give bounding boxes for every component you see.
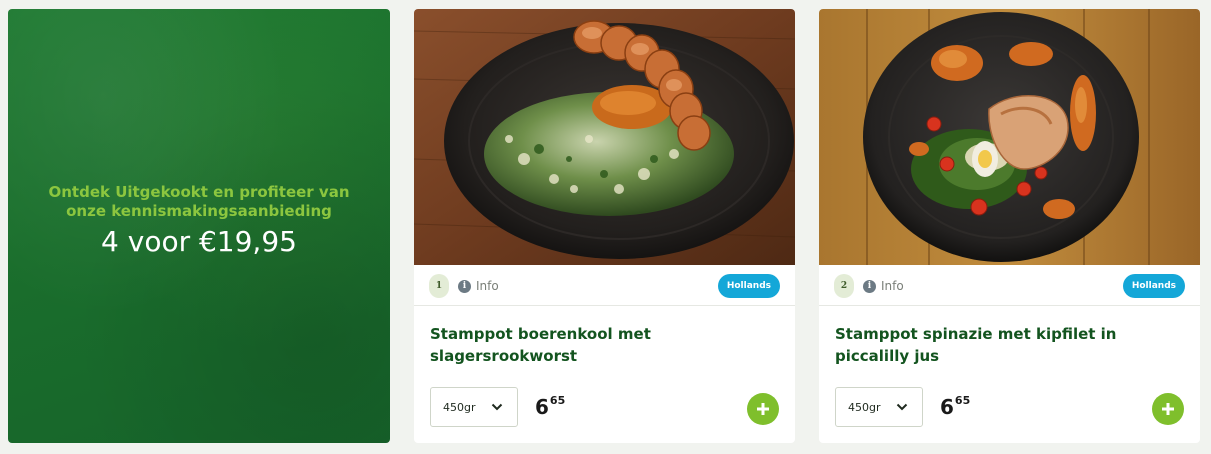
info-circle-icon: i xyxy=(458,279,471,293)
boerenkool-dish-image xyxy=(414,9,795,265)
chevron-down-icon xyxy=(896,403,908,411)
product-grid: Ontdek Uitgekookt en profiteer van onze … xyxy=(0,0,1211,454)
menu-number-badge: 1 xyxy=(429,274,449,298)
menu-number-badge: 2 xyxy=(834,274,854,298)
product-photo[interactable] xyxy=(819,9,1200,265)
weight-select[interactable]: 450gr xyxy=(430,387,518,427)
weight-select[interactable]: 450gr xyxy=(835,387,923,427)
price-decimals: 65 xyxy=(549,394,566,407)
product-title[interactable]: Stamppot spinazie met kipfilet in piccal… xyxy=(835,323,1185,367)
cuisine-badge: Hollands xyxy=(717,274,780,298)
product-card: 1 i Info Hollands Stamppot boerenkool me… xyxy=(414,9,795,443)
price-decimals: 65 xyxy=(954,394,971,407)
spinazie-dish-image xyxy=(819,9,1200,265)
price-integer: 6 xyxy=(535,395,549,419)
promo-price: 4 voor €19,95 xyxy=(101,225,297,258)
product-price: 6 65 xyxy=(535,394,566,420)
add-to-cart-button[interactable] xyxy=(1152,393,1184,425)
weight-value: 450gr xyxy=(443,400,476,414)
add-to-cart-button[interactable] xyxy=(747,393,779,425)
info-circle-icon: i xyxy=(863,279,876,293)
info-link[interactable]: i Info xyxy=(863,278,904,294)
chevron-down-icon xyxy=(491,403,503,411)
plus-icon xyxy=(757,403,769,415)
product-meta-bar: 2 i Info Hollands xyxy=(819,265,1200,306)
promo-subtitle: Ontdek Uitgekookt en profiteer van onze … xyxy=(48,183,350,220)
product-title[interactable]: Stamppot boerenkool met slagersrookworst xyxy=(430,323,780,367)
info-label: Info xyxy=(476,279,499,293)
product-photo[interactable] xyxy=(414,9,795,265)
plus-icon xyxy=(1162,403,1174,415)
product-meta-bar: 1 i Info Hollands xyxy=(414,265,795,306)
promo-banner[interactable]: Ontdek Uitgekookt en profiteer van onze … xyxy=(8,9,390,443)
cuisine-badge: Hollands xyxy=(1122,274,1185,298)
product-price: 6 65 xyxy=(940,394,971,420)
info-label: Info xyxy=(881,279,904,293)
weight-value: 450gr xyxy=(848,400,881,414)
info-link[interactable]: i Info xyxy=(458,278,499,294)
price-integer: 6 xyxy=(940,395,954,419)
product-card: 2 i Info Hollands Stamppot spinazie met … xyxy=(819,9,1200,443)
